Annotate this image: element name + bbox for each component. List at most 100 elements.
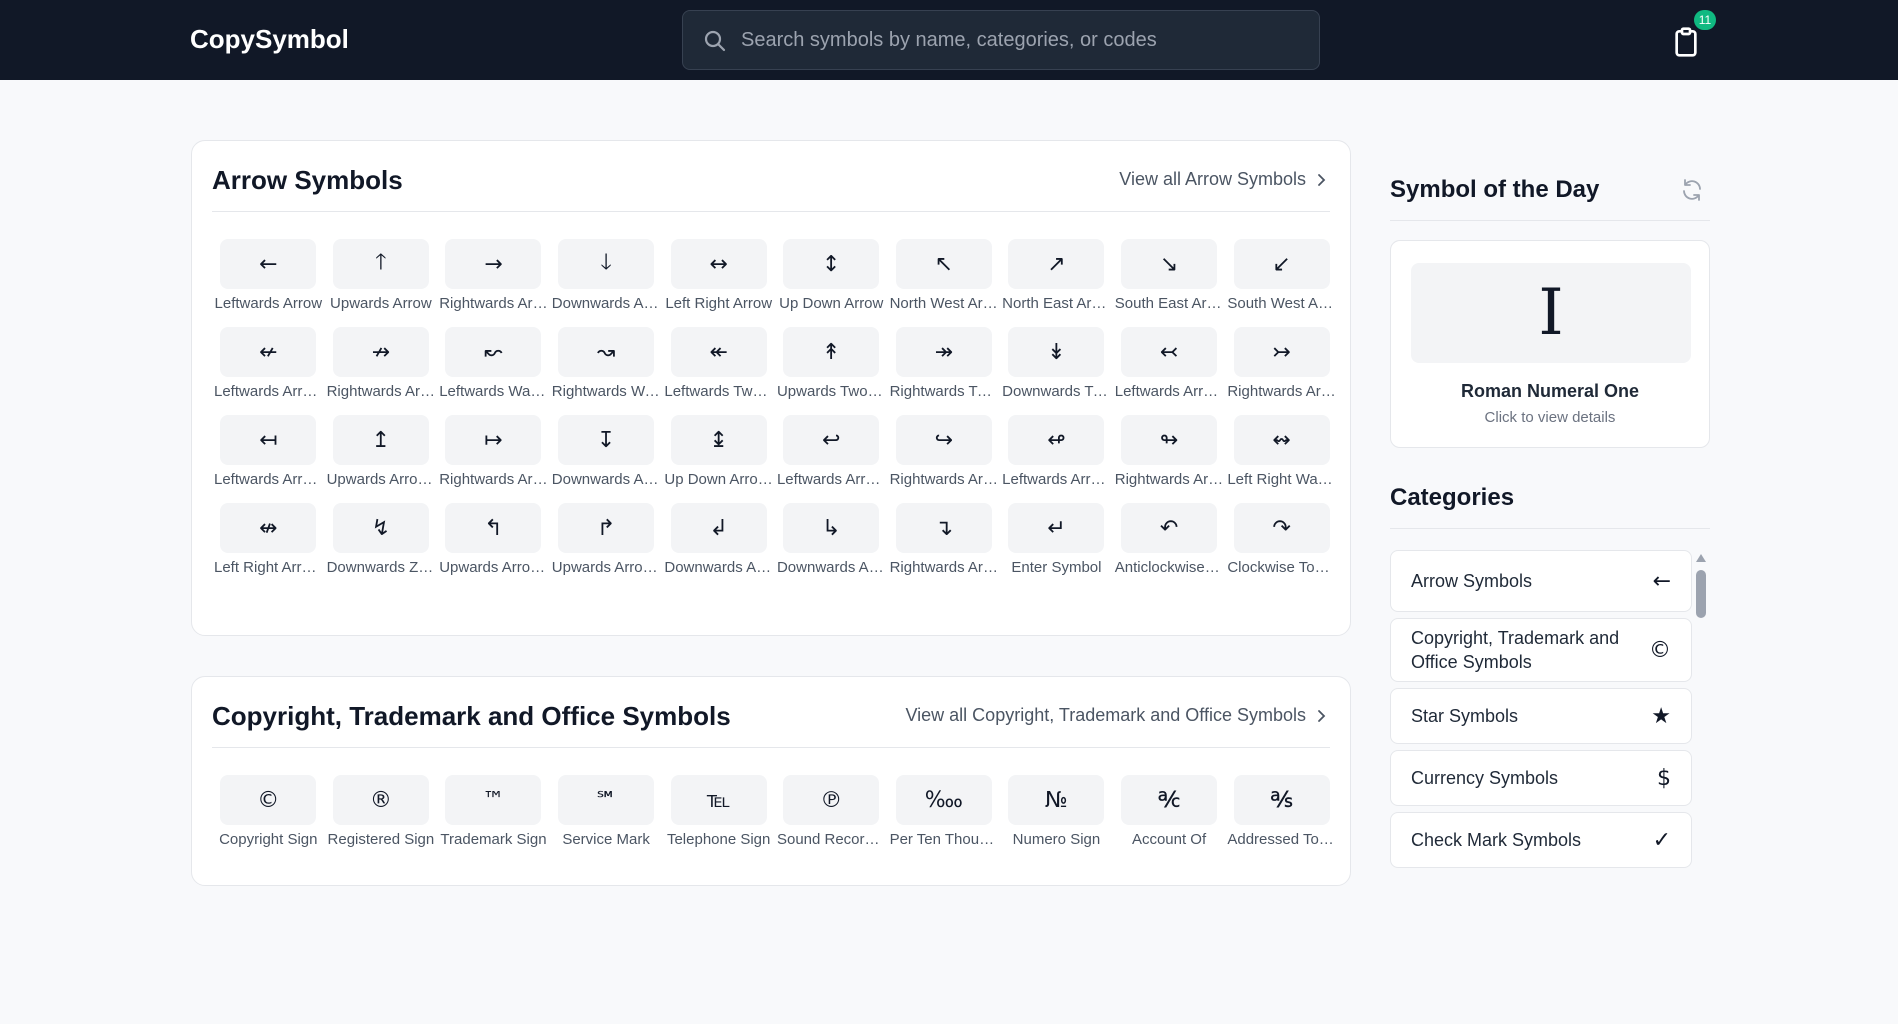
symbol-glyph: ↪	[895, 415, 992, 465]
symbol-card[interactable]: ↫ Leftwards Arrow with Loop	[1000, 415, 1113, 488]
symbol-card[interactable]: ↝ Rightwards Wave Arrow	[550, 327, 662, 400]
symbol-card[interactable]: ↗ North East Arrow	[1000, 239, 1113, 312]
symbol-label: Leftwards Arrow with Tail	[1114, 383, 1226, 400]
symbol-card[interactable]: ↭ Left Right Wave Arrow	[1225, 415, 1338, 488]
chevron-right-icon	[1318, 709, 1326, 722]
refresh-icon[interactable]	[1680, 178, 1704, 202]
symbol-card[interactable]: ↱ Upwards Arrow with Tip Rightwards	[550, 503, 662, 576]
symbol-glyph: ↨	[670, 415, 767, 465]
symbol-label: Anticlockwise Top Semicircle Arrow	[1114, 559, 1226, 576]
symbol-label: Upwards Arrow with Tip Leftwards	[439, 559, 550, 576]
category-icon: ←	[1652, 568, 1671, 594]
category-item[interactable]: Check Mark Symbols ✓	[1390, 812, 1692, 868]
category-list: Arrow Symbols ← Copyright, Trademark and O…	[1390, 550, 1692, 874]
category-icon: $	[1657, 765, 1671, 791]
view-all-label: View all Copyright, Trademark and Office…	[905, 705, 1306, 725]
symbol-card[interactable]: ↟ Upwards Two Headed Arrow	[775, 327, 888, 400]
symbol-card[interactable]: ↞ Leftwards Two Headed Arrow	[662, 327, 775, 400]
clipboard-icon[interactable]	[1670, 26, 1702, 58]
symbol-glyph: ↠	[895, 327, 992, 377]
category-item[interactable]: Currency Symbols $	[1390, 750, 1692, 806]
symbol-card[interactable]: ← Leftwards Arrow	[212, 239, 325, 312]
search-input[interactable]	[741, 11, 1301, 69]
symbol-card[interactable]: ↮ Left Right Arrow with Stroke	[212, 503, 325, 576]
symbol-card[interactable]: ↯ Downwards Zigzag Arrow	[325, 503, 438, 576]
symbol-card[interactable]: ↜ Leftwards Wave Arrow	[437, 327, 550, 400]
symbol-glyph: ↞	[670, 327, 767, 377]
symbol-card[interactable]: ↲ Downwards Arrow with Tip Leftwards	[662, 503, 775, 576]
symbol-label: Left Right Arrow	[665, 295, 773, 312]
symbol-of-day-glyph: I	[1411, 263, 1691, 363]
divider	[1390, 220, 1710, 221]
category-scrollbar[interactable]	[1694, 554, 1708, 1024]
symbol-label: Downwards Arrow from Bar	[551, 471, 663, 488]
symbol-card[interactable]: ↥ Upwards Arrow from Bar	[325, 415, 437, 488]
symbol-card[interactable]: ↛ Rightwards Arrow with Stroke	[325, 327, 437, 400]
category-item[interactable]: Arrow Symbols ←	[1390, 550, 1692, 612]
symbol-card[interactable]: ↵ Enter Symbol	[1000, 503, 1113, 576]
symbol-card[interactable]: ↣ Rightwards Arrow with Tail	[1225, 327, 1338, 400]
symbol-card[interactable]: ↘ South East Arrow	[1113, 239, 1225, 312]
symbol-label: Telephone Sign	[666, 831, 771, 848]
symbol-card[interactable]: ↬ Rightwards Arrow with Loop	[1113, 415, 1225, 488]
category-label: Star Symbols	[1411, 706, 1519, 726]
symbol-card[interactable]: ℁ Addressed To The Subject	[1225, 775, 1338, 848]
symbol-glyph: ↯	[332, 503, 429, 553]
symbol-card[interactable]: ↩ Leftwards Arrow with Hook	[775, 415, 888, 488]
symbol-label: Downwards Zigzag Arrow	[326, 559, 438, 576]
view-all-arrow-symbols-link[interactable]: View all Arrow Symbols	[1119, 169, 1328, 190]
categories-title: Categories	[1390, 484, 1515, 511]
symbol-card[interactable]: ↶ Anticlockwise Top Semicircle Arrow	[1113, 503, 1226, 576]
symbol-card[interactable]: ↢ Leftwards Arrow with Tail	[1113, 327, 1226, 400]
symbol-glyph: ↙	[1233, 239, 1330, 289]
symbol-card[interactable]: ↠ Rightwards Two Headed Arrow	[888, 327, 1000, 400]
symbol-card[interactable]: → Rightwards Arrow	[437, 239, 550, 312]
symbol-card[interactable]: ® Registered Sign	[325, 775, 438, 848]
symbol-card[interactable]: ↧ Downwards Arrow from Bar	[550, 415, 663, 488]
symbol-of-day-card[interactable]: I Roman Numeral One Click to view detail…	[1390, 240, 1710, 448]
symbol-card[interactable]: 🡓 Downwards Arrow	[550, 239, 662, 312]
symbol-card[interactable]: ↳ Downwards Arrow with Tip Rightwards	[775, 503, 888, 576]
symbol-card[interactable]: ↰ Upwards Arrow with Tip Leftwards	[437, 503, 550, 576]
symbol-glyph: ↮	[220, 503, 317, 553]
category-item[interactable]: Copyright, Trademark and Office Symbols ©	[1390, 618, 1692, 682]
symbol-card[interactable]: ↙ South West Arrow	[1225, 239, 1338, 312]
symbol-label: Service Mark	[562, 831, 650, 848]
symbol-card[interactable]: ↔ Left Right Arrow	[662, 239, 775, 312]
symbol-card[interactable]: ↕ Up Down Arrow	[775, 239, 888, 312]
symbol-card[interactable]: ↖ North West Arrow	[888, 239, 1000, 312]
symbol-glyph: ℀	[1121, 775, 1218, 825]
symbol-glyph: 🡓	[558, 239, 655, 289]
view-all-copyright-symbols-link[interactable]: View all Copyright, Trademark and Office…	[905, 705, 1328, 726]
symbol-card[interactable]: № Numero Sign	[1000, 775, 1113, 848]
symbol-card[interactable]: ‱ Per Ten Thousand Sign	[888, 775, 1000, 848]
symbol-label: Downwards Arrow with Tip Rightwards	[776, 559, 888, 576]
symbol-card[interactable]: ™ Trademark Sign	[437, 775, 550, 848]
symbol-card[interactable]: 🡑 Upwards Arrow	[325, 239, 438, 312]
symbol-card[interactable]: ↨ Up Down Arrow with Base	[662, 415, 775, 488]
symbol-glyph: ℁	[1233, 775, 1330, 825]
symbol-glyph: ↕	[783, 239, 880, 289]
symbol-glyph: 🡑	[332, 239, 429, 289]
symbol-label: Rightwards Arrow with Hook	[889, 471, 1001, 488]
category-icon: ★	[1651, 703, 1671, 729]
symbol-card[interactable]: ↚ Leftwards Arrow with Stroke	[212, 327, 325, 400]
scrollbar-thumb[interactable]	[1696, 570, 1706, 618]
symbol-card[interactable]: ↪ Rightwards Arrow with Hook	[888, 415, 1001, 488]
symbol-card[interactable]: ℡ Telephone Sign	[662, 775, 775, 848]
symbol-card[interactable]: ↤ Leftwards Arrow from Bar	[212, 415, 325, 488]
symbol-card[interactable]: ↴ Rightwards Arrow with Corner Downwards	[888, 503, 1000, 576]
symbol-card[interactable]: © Copyright Sign	[212, 775, 325, 848]
symbol-card[interactable]: ↷ Clockwise Top Semicircle Arrow	[1225, 503, 1338, 576]
symbol-glyph: ↛	[332, 327, 429, 377]
scroll-up-arrow-icon[interactable]	[1696, 554, 1706, 562]
symbol-card[interactable]: ℀ Account Of	[1113, 775, 1226, 848]
symbol-card[interactable]: ↦ Rightwards Arrow from Bar	[437, 415, 550, 488]
search-box[interactable]	[682, 10, 1320, 70]
site-logo[interactable]: CopySymbol	[190, 24, 349, 55]
symbol-card[interactable]: ↡ Downwards Two Headed Arrow	[1000, 327, 1113, 400]
symbol-card[interactable]: ℠ Service Mark	[550, 775, 663, 848]
symbol-glyph: ↟	[783, 327, 880, 377]
symbol-card[interactable]: ℗ Sound Recording Copyright	[775, 775, 888, 848]
category-item[interactable]: Star Symbols ★	[1390, 688, 1692, 744]
